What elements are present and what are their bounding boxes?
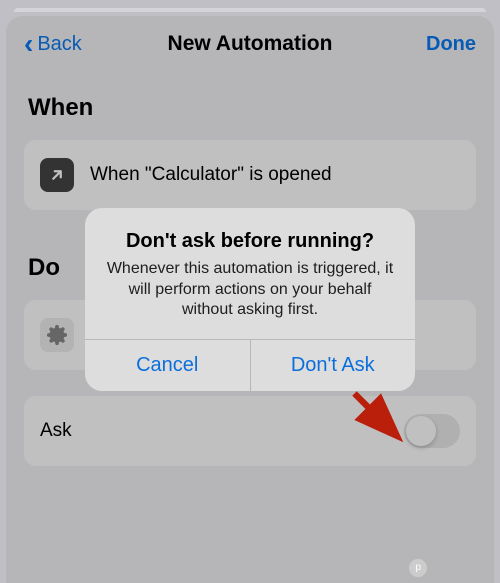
alert-message: Whenever this automation is triggered, i… (105, 259, 395, 321)
sheet-main: ‹ Back New Automation Done When When "Ca… (6, 16, 494, 583)
confirmation-alert: Don't ask before running? Whenever this … (85, 208, 415, 391)
modal-backdrop: Don't ask before running? Whenever this … (6, 16, 494, 583)
watermark-text: php中文网 (431, 558, 492, 577)
dont-ask-button[interactable]: Don't Ask (250, 340, 416, 391)
php-logo-icon: p (409, 559, 427, 577)
alert-title: Don't ask before running? (105, 230, 395, 253)
sheet-stack-back (14, 8, 486, 12)
watermark: p php中文网 (409, 558, 492, 577)
cancel-button[interactable]: Cancel (85, 340, 250, 391)
